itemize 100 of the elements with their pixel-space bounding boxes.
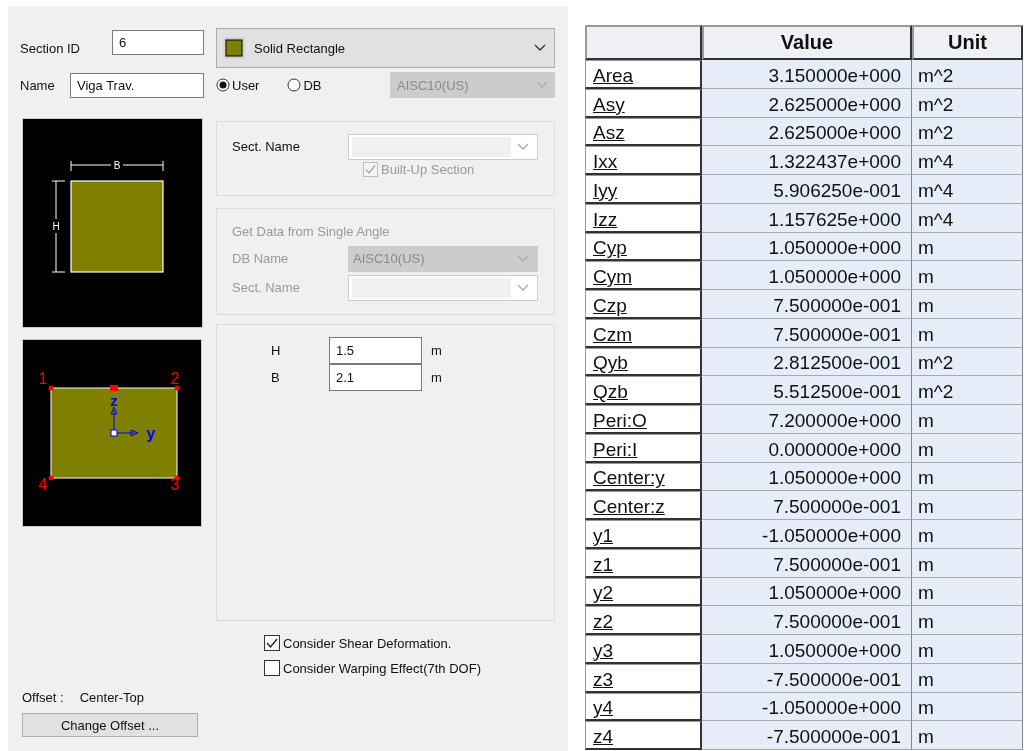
row-header: y1 — [585, 520, 702, 549]
table-cell: 1.050000e+000 — [702, 635, 912, 664]
row-header: z1 — [585, 548, 702, 578]
table-cell: 7.200000e+000 — [702, 405, 912, 434]
solid-square-icon — [223, 37, 245, 59]
table-cell: 7.500000e-001 — [702, 548, 912, 578]
row-header: Cym — [585, 261, 702, 290]
table-cell: m — [912, 635, 1023, 664]
table-cell: 1.050000e+000 — [702, 577, 912, 607]
table-cell: m — [912, 548, 1023, 578]
dimension-label: B — [271, 370, 281, 385]
checkbox-icon — [363, 162, 378, 177]
table-cell: m — [912, 261, 1023, 290]
caret-icon — [517, 142, 529, 151]
row-header: z2 — [585, 606, 702, 635]
column-header: Value — [702, 25, 912, 60]
field-label: Name — [20, 77, 56, 93]
table-cell: m^4 — [912, 175, 1023, 204]
row-header: Czm — [585, 318, 702, 348]
table-cell: m^2 — [912, 88, 1023, 118]
radio-icon — [287, 78, 302, 92]
dimension-field[interactable]: 1.5 — [329, 337, 422, 364]
table-cell: m^4 — [912, 203, 1023, 233]
caret-icon — [517, 283, 529, 292]
table-cell: 1.157625e+000 — [702, 203, 912, 233]
table-cell: m — [912, 721, 1023, 750]
dimension-field[interactable]: 2.1 — [329, 364, 422, 391]
table-cell: 5.512500e-001 — [702, 376, 912, 405]
row-header: z4 — [585, 721, 702, 750]
radio-icon — [216, 78, 230, 92]
table-cell: 7.500000e-001 — [702, 318, 912, 348]
caret-icon — [534, 44, 546, 52]
table-cell: 1.050000e+000 — [702, 462, 912, 492]
table-cell: 2.812500e-001 — [702, 347, 912, 377]
row-header: z3 — [585, 663, 702, 693]
change-offset-button[interactable]: Change Offset ... — [22, 713, 198, 737]
section-name-dropdown[interactable] — [348, 133, 538, 160]
table-cell: 1.322437e+000 — [702, 146, 912, 175]
table-cell: 0.000000e+000 — [702, 433, 912, 463]
row-header: Peri:I — [585, 433, 702, 463]
checkbox-icon — [264, 635, 280, 651]
row-header: Area — [585, 60, 702, 89]
table-cell: -1.050000e+000 — [702, 520, 912, 549]
caret-icon — [517, 254, 529, 263]
table-cell: m — [912, 663, 1023, 693]
table-cell: 2.625000e+000 — [702, 117, 912, 147]
table-cell: m^2 — [912, 347, 1023, 377]
table-cell: 5.906250e-001 — [702, 175, 912, 204]
name-field[interactable]: Viga Trav. — [70, 72, 204, 98]
dimension-label: H — [271, 343, 282, 358]
table-cell: 1.050000e+000 — [702, 261, 912, 290]
row-header: Qyb — [585, 347, 702, 377]
table-cell: 7.500000e-001 — [702, 606, 912, 635]
row-header: Iyy — [585, 175, 702, 204]
table-cell: m^2 — [912, 117, 1023, 147]
radio-button[interactable]: DB — [287, 77, 322, 93]
row-header: Asz — [585, 117, 702, 147]
unit-label: m — [431, 370, 442, 385]
shape-dropdown[interactable]: Solid Rectangle — [216, 28, 555, 68]
table-cell: m — [912, 433, 1023, 463]
table-cell: m^4 — [912, 146, 1023, 175]
row-header: Center:y — [585, 462, 702, 492]
table-cell: m^2 — [912, 60, 1023, 89]
row-header: Center:z — [585, 491, 702, 520]
table-cell: m — [912, 318, 1023, 348]
table-cell: 7.500000e-001 — [702, 290, 912, 319]
row-header: Peri:O — [585, 405, 702, 434]
row-header: Czp — [585, 290, 702, 319]
table-cell: 3.150000e+000 — [702, 60, 912, 89]
section-id-field[interactable]: 6 — [112, 29, 204, 55]
table-cell: m — [912, 491, 1023, 520]
unit-label: m — [431, 343, 442, 358]
row-header: Cyp — [585, 232, 702, 262]
table-cell: m — [912, 577, 1023, 607]
option-checkbox[interactable]: Consider Shear Deformation. — [264, 635, 555, 651]
table-cell: m^2 — [912, 376, 1023, 405]
table-cell: 7.500000e-001 — [702, 491, 912, 520]
table-cell: m — [912, 606, 1023, 635]
caret-icon — [536, 81, 548, 89]
row-header: Ixx — [585, 146, 702, 175]
row-header: y3 — [585, 635, 702, 664]
offset-label: Offset : — [22, 690, 64, 705]
group-title: Get Data from Single Angle — [232, 224, 391, 239]
radio-button[interactable]: User — [216, 77, 260, 93]
table-cell: 2.625000e+000 — [702, 88, 912, 118]
table-cell: -7.500000e-001 — [702, 721, 912, 750]
offset-value: Center-Top — [79, 690, 144, 705]
table-cell: m — [912, 232, 1023, 262]
table-cell: -7.500000e-001 — [702, 663, 912, 693]
table-cell: m — [912, 290, 1023, 319]
field-label: DB Name — [232, 251, 290, 266]
row-header: y2 — [585, 577, 702, 607]
table-cell: m — [912, 462, 1023, 492]
row-header: Asy — [585, 88, 702, 118]
field-label: Sect. Name — [232, 139, 301, 154]
field-label: Sect. Name — [232, 280, 301, 295]
option-checkbox[interactable]: Consider Warping Effect(7th DOF) — [264, 660, 555, 676]
field-label: Section ID — [20, 40, 81, 56]
table-cell: m — [912, 405, 1023, 434]
row-header: y4 — [585, 692, 702, 722]
